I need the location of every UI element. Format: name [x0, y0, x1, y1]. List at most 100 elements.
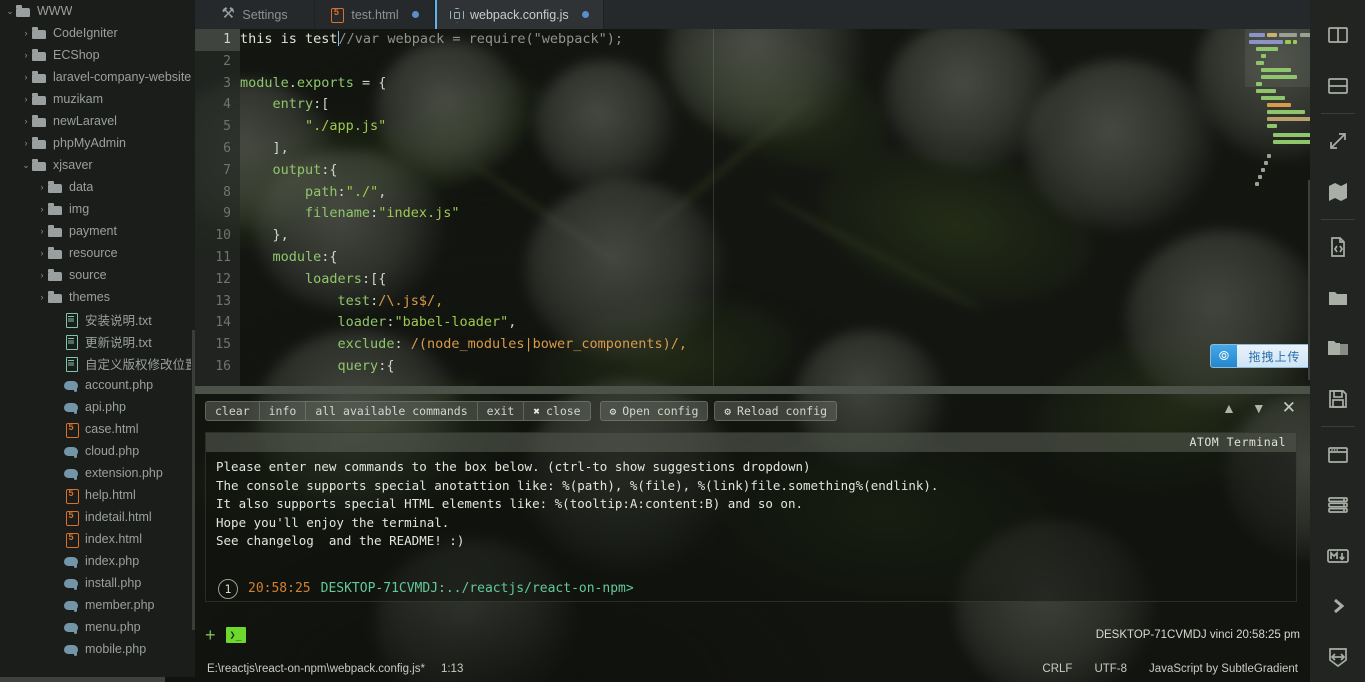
code-content[interactable]: this is test//var webpack = require("web…: [240, 29, 1310, 386]
chevron-right-icon[interactable]: ›: [36, 270, 48, 280]
code-line[interactable]: test:/\.js$/,: [240, 291, 1310, 313]
chevron-down-icon[interactable]: ⌄: [4, 6, 16, 16]
chevron-right-icon[interactable]: ›: [36, 182, 48, 192]
tree-item[interactable]: 更新说明.txt: [0, 330, 195, 352]
code-file-icon[interactable]: [1310, 222, 1365, 273]
tree-item[interactable]: index.html: [0, 528, 195, 550]
code-line[interactable]: },: [240, 225, 1310, 247]
tree-item[interactable]: › newLaravel: [0, 110, 195, 132]
code-line[interactable]: "./app.js": [240, 116, 1310, 138]
code-line[interactable]: ],: [240, 138, 1310, 160]
tree-item[interactable]: extension.php: [0, 462, 195, 484]
tree-item[interactable]: menu.php: [0, 616, 195, 638]
code-line[interactable]: output:{: [240, 160, 1310, 182]
chevron-right-icon[interactable]: [1310, 581, 1365, 632]
chevron-right-icon[interactable]: ›: [20, 50, 32, 60]
chevron-right-icon[interactable]: ›: [20, 116, 32, 126]
tree-item[interactable]: › payment: [0, 220, 195, 242]
shield-arrows-icon[interactable]: [1310, 631, 1365, 682]
tree-item-list[interactable]: › CodeIgniter › ECShop › laravel-company-webs…: [0, 22, 195, 660]
window-icon[interactable]: [1310, 429, 1365, 480]
terminal-all-commands-button[interactable]: all available commands: [305, 401, 477, 421]
tree-root-row[interactable]: ⌄ WWW: [0, 0, 195, 22]
tree-item[interactable]: › img: [0, 198, 195, 220]
resize-arrows-icon[interactable]: [1310, 116, 1365, 167]
chevron-right-icon[interactable]: ›: [20, 94, 32, 104]
split-rows-icon[interactable]: [1310, 61, 1365, 112]
terminal-prompt-row[interactable]: 1 20:58:25 DESKTOP-71CVMDJ:../reactjs/re…: [216, 578, 1286, 599]
terminal-output-area[interactable]: ATOM Terminal Please enter new commands …: [205, 432, 1297, 602]
tab-settings[interactable]: Settings: [195, 0, 315, 29]
tab-modified-dot[interactable]: [411, 11, 419, 18]
tree-item[interactable]: member.php: [0, 594, 195, 616]
tree-item[interactable]: › themes: [0, 286, 195, 308]
chevron-right-icon[interactable]: ›: [36, 292, 48, 302]
code-line[interactable]: loader:"babel-loader",: [240, 312, 1310, 334]
terminal-reload-config-button[interactable]: ⚙ Reload config: [714, 401, 838, 421]
tab-modified-dot[interactable]: [581, 11, 589, 18]
status-grammar[interactable]: JavaScript by SubtleGradient: [1149, 663, 1298, 675]
list-settings-icon[interactable]: [1310, 480, 1365, 531]
chevron-right-icon[interactable]: ›: [36, 204, 48, 214]
tree-item[interactable]: › laravel-company-website: [0, 66, 195, 88]
right-icon-rail[interactable]: [1310, 0, 1365, 682]
code-line[interactable]: module.exports = {: [240, 73, 1310, 95]
tree-horizontal-scrollbar[interactable]: [0, 677, 195, 682]
status-file-path[interactable]: E:\reactjs\react-on-npm\webpack.config.j…: [207, 663, 425, 675]
chevron-right-icon[interactable]: ›: [36, 248, 48, 258]
tree-item[interactable]: indetail.html: [0, 506, 195, 528]
file-tree-sidebar[interactable]: ⌄ WWW › CodeIgniter › ECShop › laravel-compan…: [0, 0, 195, 682]
tree-item[interactable]: account.php: [0, 374, 195, 396]
chevron-right-icon[interactable]: ›: [20, 138, 32, 148]
terminal-minimize-icon[interactable]: ▼: [1252, 400, 1266, 416]
tree-item[interactable]: help.html: [0, 484, 195, 506]
terminal-info-button[interactable]: info: [258, 401, 306, 421]
chevron-right-icon[interactable]: ›: [36, 226, 48, 236]
tree-item[interactable]: › data: [0, 176, 195, 198]
tree-item[interactable]: › resource: [0, 242, 195, 264]
map-icon[interactable]: [1310, 167, 1365, 218]
folder-open-icon[interactable]: [1310, 323, 1365, 374]
tree-item[interactable]: api.php: [0, 396, 195, 418]
terminal-toolbar[interactable]: clear info all available commands exit ✖…: [195, 394, 1310, 430]
terminal-maximize-icon[interactable]: ▲: [1222, 400, 1236, 416]
code-line[interactable]: entry:[: [240, 94, 1310, 116]
rail-resize-edge[interactable]: [1308, 180, 1310, 380]
tree-item[interactable]: › muzikam: [0, 88, 195, 110]
tree-item[interactable]: mobile.php: [0, 638, 195, 660]
code-line[interactable]: loaders:[{: [240, 269, 1310, 291]
code-line[interactable]: this is test//var webpack = require("web…: [240, 29, 1310, 51]
tree-item[interactable]: › source: [0, 264, 195, 286]
chevron-right-icon[interactable]: ›: [20, 72, 32, 82]
status-line-ending[interactable]: CRLF: [1042, 663, 1072, 675]
tree-item[interactable]: › ECShop: [0, 44, 195, 66]
chevron-right-icon[interactable]: ›: [20, 28, 32, 38]
terminal-window-controls[interactable]: ▲ ▼ ✕: [1222, 399, 1296, 416]
status-bar[interactable]: E:\reactjs\react-on-npm\webpack.config.j…: [195, 656, 1310, 682]
tree-item[interactable]: cloud.php: [0, 440, 195, 462]
terminal-resize-handle[interactable]: [195, 386, 1310, 394]
terminal-open-config-button[interactable]: ⚙ Open config: [599, 401, 709, 421]
tree-item[interactable]: › CodeIgniter: [0, 22, 195, 44]
terminal-command-buttons[interactable]: clear info all available commands exit ✖…: [205, 401, 838, 421]
markdown-icon[interactable]: [1310, 530, 1365, 581]
terminal-exit-button[interactable]: exit: [476, 401, 524, 421]
terminal-close-button[interactable]: ✖ close: [523, 401, 591, 421]
terminal-clear-button[interactable]: clear: [205, 401, 259, 421]
status-encoding[interactable]: UTF-8: [1094, 663, 1127, 675]
terminal-panel[interactable]: clear info all available commands exit ✖…: [195, 394, 1310, 644]
tree-item[interactable]: index.php: [0, 550, 195, 572]
chevron-down-icon[interactable]: ⌄: [20, 160, 32, 170]
tab-webpack-config-js[interactable]: webpack.config.js: [435, 0, 604, 29]
code-editor[interactable]: 1 2 3 4 5 6 7 8 9 10 11 12 13 14 15 16 this is test//va…: [195, 29, 1310, 386]
code-line[interactable]: [240, 51, 1310, 73]
drag-upload-button[interactable]: ⦾ 拖拽上传: [1210, 344, 1313, 368]
terminal-session-icon[interactable]: ❯_: [225, 627, 246, 643]
code-line[interactable]: module:{: [240, 247, 1310, 269]
code-line[interactable]: exclude: /(node_modules|bower_components…: [240, 334, 1310, 356]
tree-item[interactable]: case.html: [0, 418, 195, 440]
add-terminal-icon[interactable]: +: [205, 626, 216, 644]
code-line[interactable]: query:{: [240, 356, 1310, 378]
save-icon[interactable]: [1310, 374, 1365, 425]
tab-test-html[interactable]: test.html: [315, 0, 435, 29]
